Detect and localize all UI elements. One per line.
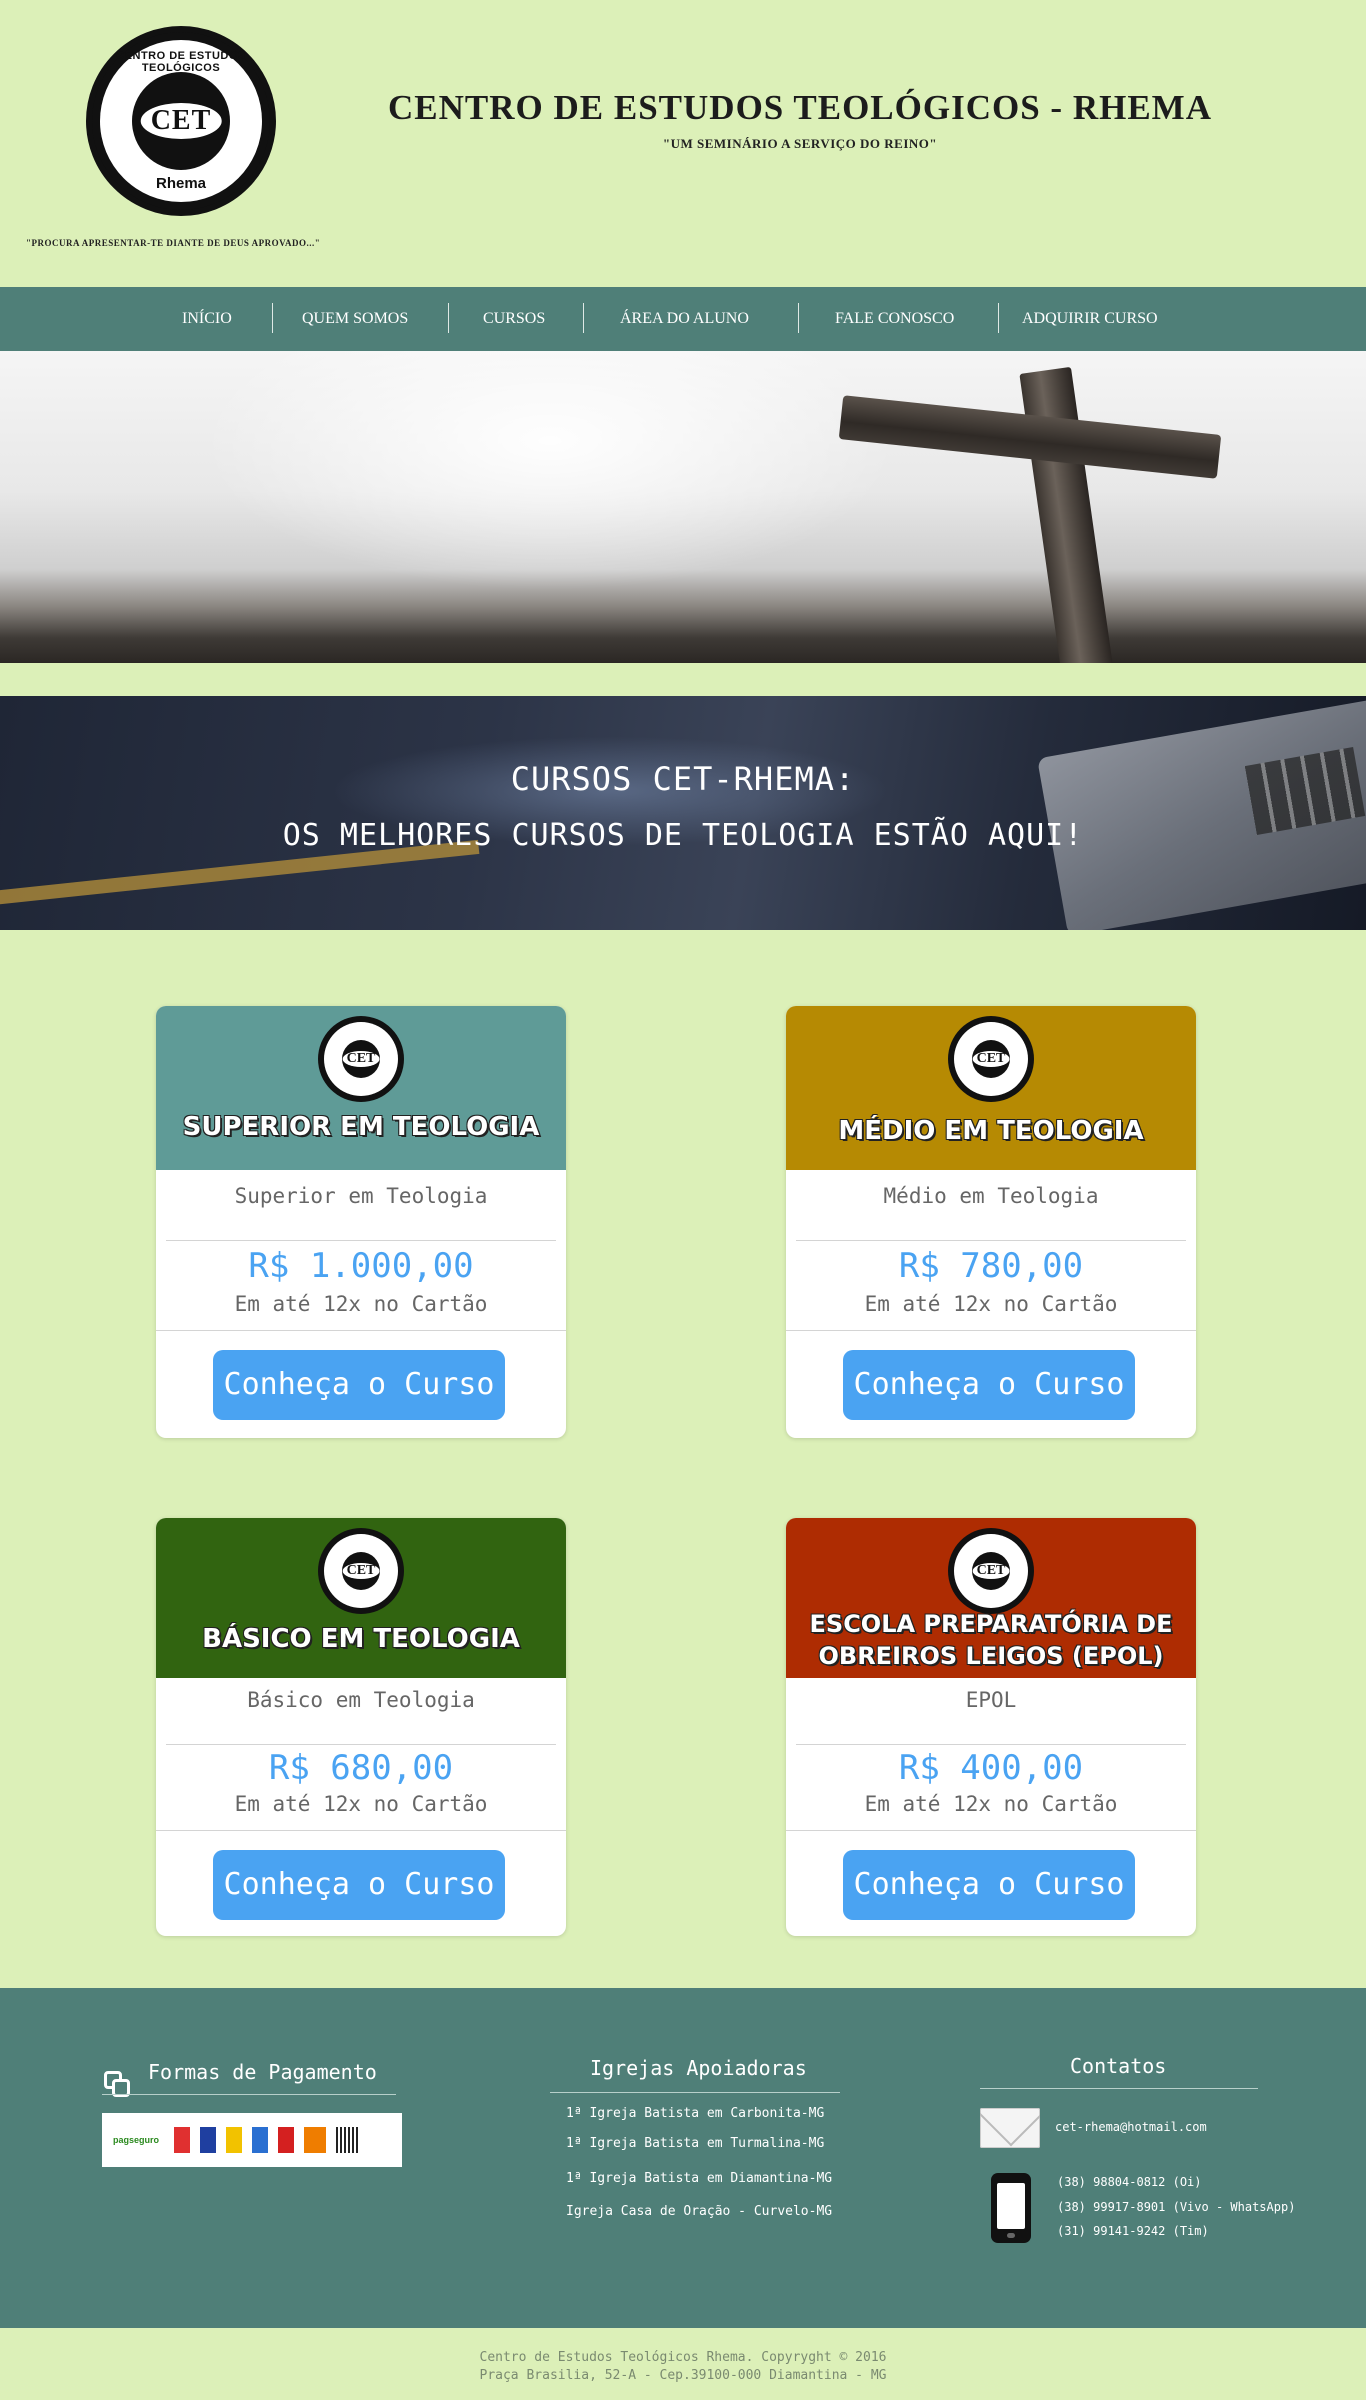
card-logo: CET — [948, 1528, 1034, 1614]
card-header: CET ESCOLA PREPARATÓRIA DE OBREIROS LEIG… — [786, 1518, 1196, 1678]
cross-image — [1019, 366, 1113, 663]
contact-phone: (38) 98804-0812 (Oi) — [1057, 2175, 1202, 2189]
address-text: Praça Brasilia, 52-A - Cep.39100-000 Dia… — [479, 2368, 887, 2383]
card-brand-icon — [174, 2127, 190, 2153]
church-item: 1ª Igreja Batista em Carbonita-MG — [566, 2106, 825, 2121]
boleto-icon — [336, 2127, 358, 2153]
nav-item-inicio[interactable]: INÍCIO — [182, 287, 232, 351]
conheca-curso-button[interactable]: Conheça o Curso — [213, 1350, 505, 1420]
contact-phone: (31) 99141-9242 (Tim) — [1057, 2224, 1209, 2238]
nav-item-cursos[interactable]: CURSOS — [483, 287, 545, 351]
bank-brand-icon — [304, 2127, 326, 2153]
copyright-text: Centro de Estudos Teológicos Rhema. Copy… — [479, 2350, 887, 2365]
main-nav: INÍCIO QUEM SOMOS CURSOS ÁREA DO ALUNO F… — [0, 287, 1366, 351]
course-price: R$ 400,00 — [898, 1748, 1084, 1788]
conheca-curso-button[interactable]: Conheça o Curso — [213, 1850, 505, 1920]
banner-subtitle: OS MELHORES CURSOS DE TEOLOGIA ESTÃO AQU… — [282, 818, 1084, 853]
cet-logo[interactable]: CENTRO DE ESTUDOS TEOLÓGICOS CET Rhema — [86, 26, 276, 216]
mail-icon — [980, 2108, 1040, 2148]
nav-item-fale-conosco[interactable]: FALE CONOSCO — [835, 287, 954, 351]
churches-title: Igrejas Apoiadoras — [590, 2056, 807, 2080]
header-quote: "PROCURA APRESENTAR-TE DIANTE DE DEUS AP… — [26, 238, 321, 248]
site-title: CENTRO DE ESTUDOS TEOLÓGICOS - RHEMA — [388, 88, 1212, 127]
banner-title: CURSOS CET-RHEMA: — [510, 760, 856, 798]
copyright-bar: Centro de Estudos Teológicos Rhema. Copy… — [0, 2328, 1366, 2400]
nav-separator — [583, 303, 584, 333]
card-logo: CET — [318, 1528, 404, 1614]
phone-icon — [991, 2173, 1031, 2243]
nav-item-quem-somos[interactable]: QUEM SOMOS — [302, 287, 408, 351]
nav-separator — [448, 303, 449, 333]
conheca-curso-button[interactable]: Conheça o Curso — [843, 1350, 1135, 1420]
logo-monogram: CET — [140, 103, 222, 139]
course-name: Superior em Teologia — [234, 1184, 488, 1208]
church-item: 1ª Igreja Batista em Diamantina-MG — [566, 2171, 833, 2186]
logo-ring-bottom-text: Rhema — [155, 175, 207, 192]
course-installments: Em até 12x no Cartão — [234, 1292, 488, 1316]
site-subtitle: "UM SEMINÁRIO A SERVIÇO DO REINO" — [662, 136, 938, 151]
card-logo: CET — [318, 1016, 404, 1102]
nav-separator — [272, 303, 273, 333]
course-card-basico: CET BÁSICO EM TEOLOGIA Básico em Teologi… — [156, 1518, 566, 1936]
contact-email[interactable]: cet-rhema@hotmail.com — [1055, 2120, 1207, 2134]
nav-separator — [998, 303, 999, 333]
card-logo: CET — [948, 1016, 1034, 1102]
course-card-superior: CET SUPERIOR EM TEOLOGIA Superior em Teo… — [156, 1006, 566, 1438]
church-item: Igreja Casa de Oração - Curvelo-MG — [566, 2204, 833, 2219]
card-header-title: BÁSICO EM TEOLOGIA — [202, 1624, 520, 1654]
conheca-curso-button[interactable]: Conheça o Curso — [843, 1850, 1135, 1920]
contact-phone: (38) 99917-8901 (Vivo - WhatsApp) — [1057, 2200, 1296, 2214]
card-header-title: MÉDIO EM TEOLOGIA — [838, 1116, 1144, 1146]
course-price: R$ 1.000,00 — [248, 1246, 474, 1286]
card-header: CET BÁSICO EM TEOLOGIA — [156, 1518, 566, 1678]
course-installments: Em até 12x no Cartão — [864, 1792, 1118, 1816]
course-price: R$ 780,00 — [898, 1246, 1084, 1286]
nav-separator — [798, 303, 799, 333]
course-card-epol: CET ESCOLA PREPARATÓRIA DE OBREIROS LEIG… — [786, 1518, 1196, 1936]
course-installments: Em até 12x no Cartão — [234, 1792, 488, 1816]
course-card-medio: CET MÉDIO EM TEOLOGIA Médio em Teologia … — [786, 1006, 1196, 1438]
logo-ring-text: CENTRO DE ESTUDOS TEOLÓGICOS — [116, 50, 246, 74]
course-price: R$ 680,00 — [268, 1748, 454, 1788]
course-installments: Em até 12x no Cartão — [864, 1292, 1118, 1316]
card-header: CET SUPERIOR EM TEOLOGIA — [156, 1006, 566, 1170]
card-header: CET MÉDIO EM TEOLOGIA — [786, 1006, 1196, 1170]
bank-brand-icon — [252, 2127, 268, 2153]
payment-title: Formas de Pagamento — [148, 2060, 377, 2084]
hero-cross-image — [0, 351, 1366, 663]
courses-banner: CURSOS CET-RHEMA: OS MELHORES CURSOS DE … — [0, 696, 1366, 930]
nav-item-area-do-aluno[interactable]: ÁREA DO ALUNO — [620, 287, 749, 351]
course-name: EPOL — [965, 1688, 1017, 1712]
payment-logos: pagseguro — [102, 2113, 402, 2167]
card-header-title: SUPERIOR EM TEOLOGIA — [182, 1112, 540, 1142]
card-header-title: OBREIROS LEIGOS (EPOL) — [818, 1642, 1164, 1670]
course-name: Básico em Teologia — [247, 1688, 475, 1712]
site-header: CENTRO DE ESTUDOS TEOLÓGICOS CET Rhema C… — [0, 0, 1366, 287]
card-header-title: ESCOLA PREPARATÓRIA DE — [809, 1610, 1173, 1638]
bank-brand-icon — [278, 2127, 294, 2153]
church-item: 1ª Igreja Batista em Turmalina-MG — [566, 2136, 825, 2151]
course-name: Médio em Teologia — [883, 1184, 1099, 1208]
card-brand-icon — [200, 2127, 216, 2153]
contacts-title: Contatos — [1070, 2054, 1167, 2078]
pagseguro-logo: pagseguro — [112, 2135, 159, 2145]
nav-item-adquirir-curso[interactable]: ADQUIRIR CURSO — [1022, 287, 1158, 351]
bank-brand-icon — [226, 2127, 242, 2153]
